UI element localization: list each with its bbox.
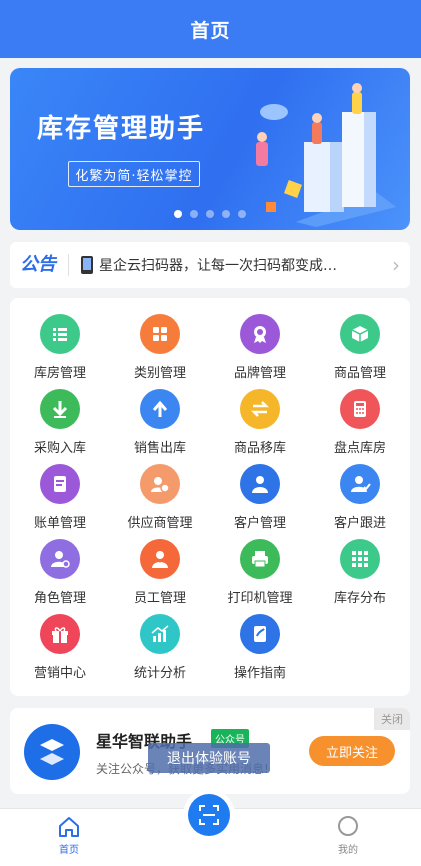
staff-icon [140,539,180,579]
menu-item-label: 商品移库 [233,441,286,456]
menu-item-label: 盘点库房 [333,441,386,456]
role-icon [40,539,80,579]
menu-item[interactable]: 类别管理 [110,314,210,389]
menu-item-label: 打印机管理 [227,591,293,606]
menu-item[interactable]: 品牌管理 [210,314,310,389]
menu-item[interactable]: 打印机管理 [210,539,310,614]
menu-item[interactable]: 客户管理 [210,464,310,539]
menu-item-label: 类别管理 [133,366,186,381]
menu-item-label: 库房管理 [33,366,86,381]
scan-icon [199,805,219,825]
swap-icon [240,389,280,429]
announcement-tag: 公告 [10,254,69,276]
profile-icon [338,816,358,836]
chevron-right-icon[interactable]: › [382,251,410,279]
banner-title: 库存管理助手 [37,114,206,144]
menu-item-label: 品牌管理 [233,366,286,381]
home-icon [59,817,79,837]
carousel-dot[interactable] [238,210,246,218]
menu-item[interactable]: 账单管理 [10,464,110,539]
banner-illustration [256,83,396,227]
scan-button[interactable] [188,794,230,836]
menu-item-label: 账单管理 [33,516,86,531]
menu-item-label: 员工管理 [133,591,186,606]
supplier-icon [140,464,180,504]
page-title: 首页 [190,19,231,42]
menu-item-label: 销售出库 [133,441,186,456]
menu-item[interactable]: 盘点库房 [310,389,410,464]
top-bar: 首页 [0,0,421,58]
carousel-dot[interactable] [222,210,230,218]
phone-icon [81,256,93,274]
carousel-dots [10,210,410,218]
carousel-dot[interactable] [174,210,182,218]
function-grid: 库房管理 类别管理 品牌管理 商品管理采购入库 销售出库 商品移库 盘点库房账单管理 供应商管… [10,314,410,689]
announcement-bar[interactable]: 公告 星企云扫码器，让每一次扫码都变成… › [10,242,410,288]
function-menu-card: 库房管理 类别管理 品牌管理 商品管理采购入库 销售出库 商品移库 盘点库房账单管理 供应商管… [10,298,410,696]
menu-item-label: 采购入库 [33,441,86,456]
calculator-icon [340,389,380,429]
printer-icon [240,539,280,579]
grid-icon [140,314,180,354]
menu-item[interactable]: 库存分布 [310,539,410,614]
tab-home[interactable]: 首页 [39,815,99,856]
menu-item-label: 操作指南 [233,666,286,681]
close-button[interactable]: 关闭 [374,708,410,730]
menu-item-label: 营销中心 [33,666,86,681]
menu-item[interactable]: 采购入库 [10,389,110,464]
menu-item[interactable]: 统计分析 [110,614,210,689]
menu-item[interactable]: 角色管理 [10,539,110,614]
tab-home-label: 首页 [59,845,79,856]
menu-item-label: 角色管理 [33,591,86,606]
menu-item-label: 客户跟进 [333,516,386,531]
menu-item-label: 供应商管理 [127,516,193,531]
gift-icon [40,614,80,654]
box-icon [340,314,380,354]
list-icon [40,314,80,354]
menu-item[interactable]: 客户跟进 [310,464,410,539]
tab-mine-label: 我的 [338,845,358,856]
arrow-down-icon [40,389,80,429]
person-icon [240,464,280,504]
menu-item[interactable]: 销售出库 [110,389,210,464]
carousel-dot[interactable] [190,210,198,218]
arrow-up-icon [140,389,180,429]
menu-item-label: 商品管理 [333,366,386,381]
account-logo [24,724,80,780]
follow-button[interactable]: 立即关注 [309,736,395,766]
carousel-dot[interactable] [206,210,214,218]
banner-carousel[interactable]: 库存管理助手 化繁为简·轻松掌控 [10,68,410,230]
exit-demo-account-button[interactable]: 退出体验账号 [148,743,270,773]
tab-mine[interactable]: 我的 [318,815,378,856]
menu-item-label: 客户管理 [233,516,286,531]
menu-item[interactable]: 员工管理 [110,539,210,614]
menu-item[interactable]: 商品管理 [310,314,410,389]
menu-item[interactable]: 库房管理 [10,314,110,389]
menu-item[interactable]: 商品移库 [210,389,310,464]
menu-item[interactable]: 营销中心 [10,614,110,689]
chart-icon [140,614,180,654]
menu-item-label: 统计分析 [133,666,186,681]
banner-subtitle: 化繁为简·轻松掌控 [68,161,200,187]
menu-item[interactable]: 供应商管理 [110,464,210,539]
announcement-text[interactable]: 星企云扫码器，让每一次扫码都变成… [99,255,382,275]
menu-item[interactable]: 操作指南 [210,614,310,689]
document-icon [40,464,80,504]
distribution-icon [340,539,380,579]
guide-icon [240,614,280,654]
follow-up-icon [340,464,380,504]
menu-item-label: 库存分布 [333,591,386,606]
award-icon [240,314,280,354]
